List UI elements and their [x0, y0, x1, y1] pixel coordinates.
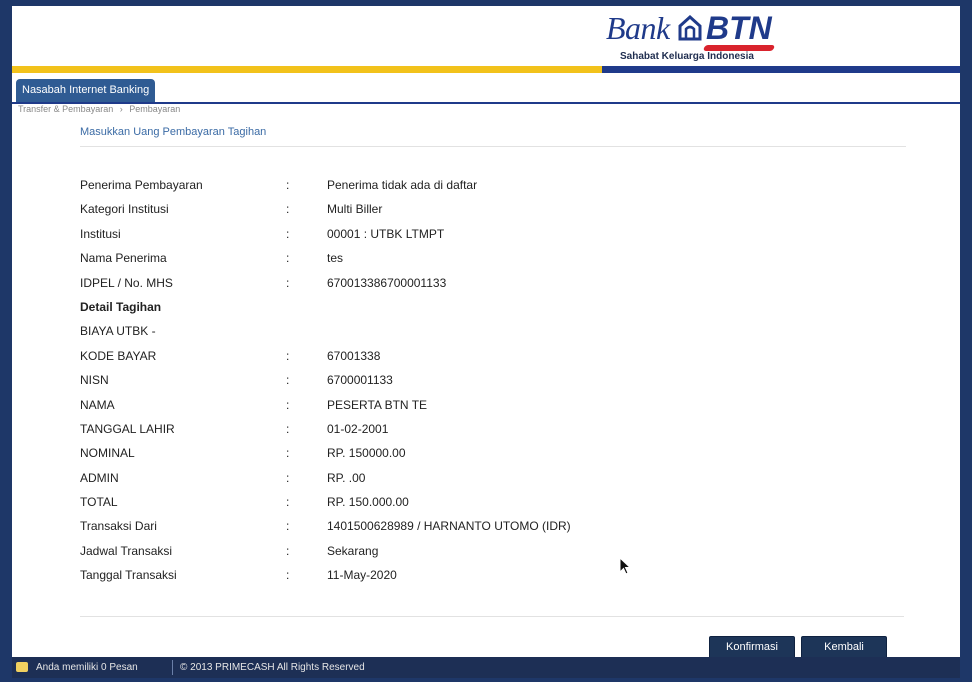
- row-value: 11-May-2020: [327, 568, 397, 583]
- row-value: 6700001133: [327, 373, 393, 388]
- breadcrumb: Transfer & Pembayaran › Pembayaran: [18, 104, 184, 114]
- row-label: Kategori Institusi: [80, 202, 169, 217]
- row-colon: :: [286, 275, 290, 290]
- row-colon: :: [286, 568, 290, 583]
- footer-separator: [172, 660, 173, 675]
- row-label: KODE BAYAR: [80, 348, 157, 363]
- row-label: Tanggal Transaksi: [80, 568, 177, 583]
- row-value: RP. .00: [327, 470, 366, 485]
- row-colon: :: [286, 178, 290, 192]
- row-value: 670013386700001133: [327, 275, 447, 290]
- row-label: Detail Tagihan: [80, 299, 162, 314]
- logo-bank-text: Bank: [606, 10, 670, 46]
- row-value: 1401500628989 / HARNANTO UTOMO (IDR): [327, 519, 571, 534]
- detail-row: TANGGAL LAHIR: 01-02-2001: [80, 418, 640, 442]
- logo-btn-text: BTN: [706, 10, 772, 46]
- detail-row: KODE BAYAR: 67001338: [80, 345, 640, 369]
- row-label: Institusi: [80, 226, 121, 241]
- row-colon: :: [286, 519, 290, 534]
- detail-row: IDPEL / No. MHS: 670013386700001133: [80, 272, 640, 296]
- row-value: tes: [327, 251, 344, 266]
- row-label: Nama Penerima: [80, 251, 167, 266]
- house-logo-icon: [678, 15, 702, 41]
- row-value: PESERTA BTN TE: [327, 397, 428, 412]
- detail-row: Penerima Pembayaran: Penerima tidak ada d…: [80, 174, 640, 198]
- mouse-cursor-icon: [619, 557, 631, 575]
- row-colon: :: [286, 446, 290, 461]
- header-stripe-yellow: [12, 66, 602, 73]
- row-label: ADMIN: [80, 470, 119, 485]
- detail-row: Kategori Institusi: Multi Biller: [80, 198, 640, 222]
- copyright-text: © 2013 PRIMECASH All Rights Reserved: [180, 662, 365, 673]
- bank-btn-logo: Bank BTN Sahabat Keluarga Indonesia: [606, 10, 786, 62]
- row-colon: :: [286, 373, 290, 388]
- message-icon: [16, 662, 28, 673]
- detail-row: Transaksi Dari: 1401500628989 / HARNANTO …: [80, 515, 640, 539]
- tab-nasabah-internet-banking[interactable]: Nasabah Internet Banking: [16, 79, 156, 102]
- row-value: 67001338: [327, 348, 381, 363]
- row-colon: :: [286, 421, 290, 436]
- row-value: RP. 150.000.00: [327, 495, 409, 510]
- row-label: Jadwal Transaksi: [80, 543, 173, 558]
- browser-frame: Bank BTN Sahabat Keluarga Indonesia Nasa…: [12, 6, 960, 678]
- detail-row: BIAYA UTBK -: [80, 320, 640, 344]
- detail-row: Tanggal Transaksi: 11-May-2020: [80, 564, 640, 588]
- detail-row: NISN: 6700001133: [80, 369, 640, 393]
- row-label: IDPEL / No. MHS: [80, 275, 173, 290]
- row-value: Multi Biller: [327, 202, 383, 217]
- kembali-button[interactable]: Kembali: [801, 636, 887, 659]
- detail-row: Jadwal Transaksi: Sekarang: [80, 540, 640, 564]
- row-label: BIAYA UTBK -: [80, 324, 156, 339]
- detail-row: Institusi: 00001 : UTBK LTMPT: [80, 223, 640, 247]
- breadcrumb-item[interactable]: Transfer & Pembayaran: [18, 104, 113, 114]
- divider: [80, 616, 904, 617]
- row-label: NAMA: [80, 397, 115, 412]
- detail-section-heading: Detail Tagihan: [80, 296, 640, 320]
- row-label: TANGGAL LAHIR: [80, 421, 175, 436]
- detail-row: TOTAL: RP. 150.000.00: [80, 491, 640, 515]
- chevron-right-icon: ›: [119, 104, 123, 114]
- payment-details: Penerima Pembayaran: Penerima tidak ada d…: [80, 174, 640, 589]
- breadcrumb-item[interactable]: Pembayaran: [129, 104, 180, 114]
- row-colon: :: [286, 348, 290, 363]
- tab-bar: Nasabah Internet Banking: [12, 76, 960, 104]
- row-colon: :: [286, 202, 290, 217]
- detail-row: NOMINAL: RP. 150000.00: [80, 442, 640, 466]
- page-header: Bank BTN Sahabat Keluarga Indonesia: [12, 6, 960, 74]
- row-colon: :: [286, 397, 290, 412]
- row-label: Penerima Pembayaran: [80, 178, 203, 192]
- header-stripe-blue: [602, 66, 960, 73]
- detail-row: ADMIN: RP. .00: [80, 467, 640, 491]
- row-value: Penerima tidak ada di daftar: [327, 178, 478, 192]
- row-value: 00001 : UTBK LTMPT: [327, 226, 445, 241]
- logo-tagline: Sahabat Keluarga Indonesia: [620, 51, 754, 62]
- row-value: 01-02-2001: [327, 421, 389, 436]
- detail-row: NAMA: PESERTA BTN TE: [80, 394, 640, 418]
- row-label: NOMINAL: [80, 446, 135, 461]
- divider: [80, 146, 906, 147]
- row-colon: :: [286, 495, 290, 510]
- row-colon: :: [286, 251, 290, 266]
- row-colon: :: [286, 543, 290, 558]
- messages-indicator[interactable]: Anda memiliki 0 Pesan: [16, 657, 138, 678]
- row-value: RP. 150000.00: [327, 446, 406, 461]
- row-colon: :: [286, 470, 290, 485]
- row-label: Transaksi Dari: [80, 519, 157, 534]
- row-value: Sekarang: [327, 543, 379, 558]
- section-title: Masukkan Uang Pembayaran Tagihan: [80, 126, 267, 138]
- status-footer: Anda memiliki 0 Pesan © 2013 PRIMECASH A…: [12, 657, 960, 678]
- konfirmasi-button[interactable]: Konfirmasi: [709, 636, 795, 659]
- row-label: TOTAL: [80, 495, 118, 510]
- detail-row: Nama Penerima: tes: [80, 247, 640, 271]
- row-label: NISN: [80, 373, 109, 388]
- row-colon: :: [286, 226, 290, 241]
- messages-text: Anda memiliki 0 Pesan: [36, 662, 138, 673]
